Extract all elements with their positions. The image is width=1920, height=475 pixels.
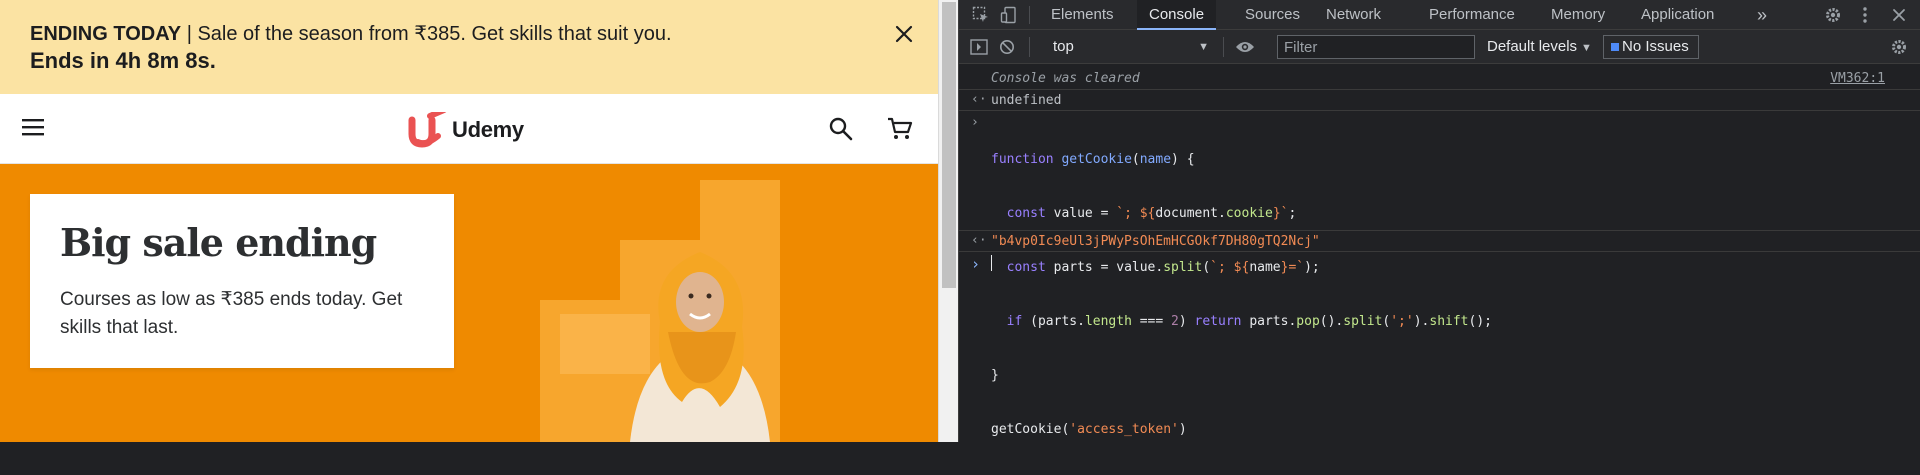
result-arrow-icon: ‹· <box>971 233 987 248</box>
hero-person-illustration <box>630 252 770 442</box>
issues-counter-button[interactable]: No Issues <box>1603 35 1699 59</box>
code-line: } <box>991 368 999 383</box>
tab-sources[interactable]: Sources <box>1233 0 1312 30</box>
execution-context-select[interactable]: top ▼ <box>1047 35 1215 59</box>
toolbar-divider <box>1223 37 1224 57</box>
code-line: const value = `; ${document.cookie}`; <box>1006 206 1297 221</box>
scrollbar-thumb[interactable] <box>942 2 956 288</box>
hero-subtitle: Courses as low as ₹385 ends today. Get s… <box>60 289 403 338</box>
tab-divider <box>1029 6 1030 24</box>
cookie-result-value: "b4vp0Ic9eUl3jPWyPsOhEmHCGOkf7DH80gTQ2Nc… <box>991 234 1320 249</box>
promo-close-button[interactable] <box>890 20 918 48</box>
close-devtools-button[interactable] <box>1885 0 1913 30</box>
code-line: getCookie('access_token') <box>991 422 1187 437</box>
dropdown-caret-icon: ▼ <box>1198 41 1209 53</box>
log-levels-label: Default levels <box>1487 38 1578 55</box>
more-tabs-button[interactable]: » <box>1745 0 1779 30</box>
show-sidebar-button[interactable] <box>965 32 993 62</box>
console-toolbar: top ▼ Default levels▼ No Issues <box>959 30 1920 64</box>
close-icon <box>895 25 913 43</box>
console-output: Console was cleared VM362:1 ‹· undefined… <box>959 65 1920 442</box>
hero-title: Big sale ending <box>60 220 377 265</box>
console-input-echo: › function getCookie(name) { const value… <box>959 111 1920 437</box>
console-message-cleared: Console was cleared VM362:1 <box>959 68 1920 90</box>
close-icon <box>1893 9 1905 21</box>
cart-button[interactable] <box>886 116 916 144</box>
console-result-row: ‹· "b4vp0Ic9eUl3jPWyPsOhEmHCGOkf7DH80gTQ… <box>959 231 1920 252</box>
brand-name: Udemy <box>452 117 524 142</box>
search-button[interactable] <box>828 116 856 144</box>
tab-application[interactable]: Application <box>1629 0 1726 30</box>
issues-icon <box>1611 43 1619 51</box>
gear-icon <box>1892 40 1906 54</box>
console-prompt[interactable]: › <box>959 253 1920 277</box>
sidebar-toggle-icon <box>970 39 988 55</box>
result-arrow-icon: ‹· <box>971 92 987 107</box>
devtools-tab-bar: Elements Console Sources Network Perform… <box>959 0 1920 30</box>
console-filter-input[interactable] <box>1277 35 1475 59</box>
site-header: Udemy <box>0 94 938 164</box>
promo-separator: | <box>181 23 198 45</box>
log-levels-dropdown[interactable]: Default levels ▼ <box>1481 35 1598 59</box>
console-cleared-text: Console was cleared <box>991 71 1140 86</box>
tab-elements[interactable]: Elements <box>1039 0 1126 30</box>
result-value: undefined <box>991 93 1062 108</box>
live-expression-button[interactable] <box>1231 32 1259 62</box>
console-settings-button[interactable] <box>1885 32 1913 62</box>
search-icon <box>829 117 853 141</box>
tab-console[interactable]: Console <box>1137 0 1217 30</box>
issues-label: No Issues <box>1622 38 1689 55</box>
promo-countdown: Ends in 4h 8m 8s. <box>30 48 216 73</box>
source-link[interactable]: VM362:1 <box>1830 71 1885 86</box>
prompt-chevron-icon: › <box>971 255 981 273</box>
device-toolbar-button[interactable] <box>995 0 1023 30</box>
customize-menu-button[interactable] <box>1851 0 1879 30</box>
inspect-cursor-icon <box>972 6 988 22</box>
eye-icon <box>1236 42 1254 52</box>
code-line: if (parts.length === 2) return parts.pop… <box>1006 314 1492 329</box>
gear-icon <box>1826 8 1840 22</box>
inspect-element-button[interactable] <box>967 0 995 30</box>
code-line: function getCookie(name) { <box>991 152 1195 167</box>
input-chevron-icon: › <box>971 115 979 130</box>
context-value: top <box>1053 38 1074 55</box>
udemy-logo[interactable]: Udemy <box>408 110 524 150</box>
menu-button[interactable] <box>20 116 48 142</box>
promo-message: Sale of the season from ₹385. Get skills… <box>197 23 672 45</box>
dropdown-caret-icon: ▼ <box>1581 42 1592 54</box>
clear-block-icon <box>1000 40 1014 54</box>
toolbar-divider <box>1029 37 1030 57</box>
tab-performance[interactable]: Performance <box>1417 0 1527 30</box>
clear-console-button[interactable] <box>993 32 1021 62</box>
udemy-logo-icon <box>408 112 447 148</box>
hero-banner: Big sale ending Courses as low as ₹385 e… <box>0 164 938 442</box>
code-block: function getCookie(name) { const value =… <box>991 115 1492 475</box>
promo-line: ENDING TODAY | Sale of the season from ₹… <box>30 21 672 46</box>
tab-network[interactable]: Network <box>1314 0 1393 30</box>
text-cursor <box>991 255 992 271</box>
hero-card: Big sale ending Courses as low as ₹385 e… <box>30 194 454 368</box>
settings-button[interactable] <box>1819 0 1847 30</box>
cart-icon <box>888 117 913 139</box>
console-result-row: ‹· undefined <box>959 90 1920 111</box>
hamburger-menu-icon <box>22 119 44 136</box>
device-toggle-icon <box>1000 6 1016 24</box>
promo-banner: ENDING TODAY | Sale of the season from ₹… <box>0 0 938 94</box>
devtools-panel: Elements Console Sources Network Perform… <box>958 0 1920 442</box>
tab-memory[interactable]: Memory <box>1539 0 1617 30</box>
kebab-menu-icon <box>1863 7 1867 23</box>
promo-heading: ENDING TODAY <box>30 23 182 45</box>
website-viewport: ENDING TODAY | Sale of the season from ₹… <box>0 0 938 442</box>
website-scrollbar[interactable] <box>938 0 958 442</box>
